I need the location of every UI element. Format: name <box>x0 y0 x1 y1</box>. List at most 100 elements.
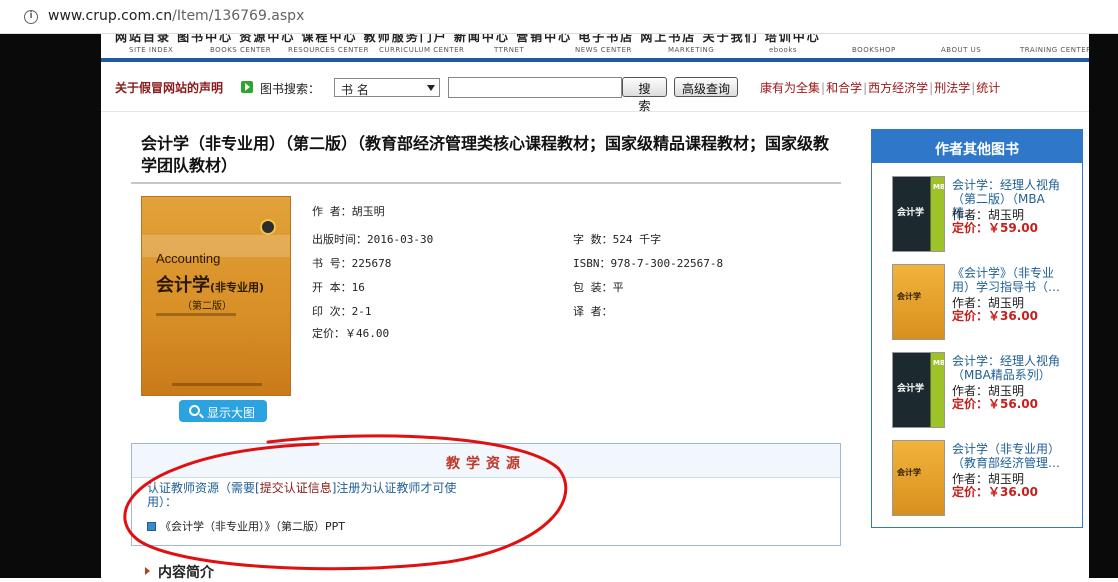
nav-item-bookshop[interactable]: BOOKSHOP <box>852 46 896 54</box>
left-margin <box>0 34 101 578</box>
related-book-price: 定价：￥59.00 <box>952 219 1038 236</box>
meta-isbn: ISBN：978-7-300-22567-8 <box>573 255 723 271</box>
related-book-cover[interactable]: 会计学 <box>892 264 945 340</box>
url-text[interactable]: www.crup.com.cn/Item/136769.aspx <box>48 8 304 24</box>
cover-title: 会计学 <box>897 468 921 477</box>
meta-binding: 包 装：平 <box>573 279 624 295</box>
price-label: 定价： <box>952 485 989 499</box>
meta-label: 包 装： <box>573 281 613 294</box>
related-book-cover[interactable]: MBA 会计学 <box>892 352 945 428</box>
nav-item-training-center[interactable]: TRAINING CENTER <box>1020 46 1089 54</box>
quick-link[interactable]: 刑法学 <box>934 81 970 95</box>
related-book-price: 定价：￥36.00 <box>952 483 1038 500</box>
nav-item-ttrnet[interactable]: TTRNET <box>494 46 524 54</box>
cover-english-title: Accounting <box>156 251 221 266</box>
nav-item-resources-center[interactable]: RESOURCES CENTER <box>288 46 369 54</box>
nav-item-books-center[interactable]: BOOKS CENTER <box>210 46 271 54</box>
book-search-label: 图书搜索： <box>260 82 321 96</box>
author-other-books-heading: 作者其他图书 <box>872 130 1082 163</box>
separator: | <box>863 81 868 95</box>
search-bar: 关于假冒网站的声明 图书搜索： 书 名 搜 索 高级查询 康有为全集|和合学|西… <box>101 62 1089 113</box>
book-title: 会计学（非专业用）（第二版）（教育部经济管理类核心课程教材；国家级精品课程教材；… <box>141 134 830 175</box>
price-value: ￥36.00 <box>988 309 1038 323</box>
cover-cn-main: 会计学 <box>156 275 210 296</box>
related-book-cover[interactable]: 会计学 <box>892 440 945 516</box>
nav-item-news-center[interactable]: NEWS CENTER <box>575 46 632 54</box>
cover-badge-icon <box>260 219 276 235</box>
related-book-title[interactable]: 会计学：经理人视角（MBA精品系列） <box>952 354 1064 382</box>
nav-item-site-index[interactable]: SITE INDEX <box>129 46 173 54</box>
price-value: ￥36.00 <box>988 485 1038 499</box>
search-field-value: 书 名 <box>341 83 369 97</box>
meta-label: 出版时间： <box>312 233 367 246</box>
show-large-image-label: 显示大图 <box>207 406 256 420</box>
related-book-price: 定价：￥36.00 <box>952 307 1038 324</box>
quick-link[interactable]: 和合学 <box>826 81 862 95</box>
cover-mba-label: MBA <box>933 183 945 191</box>
meta-label: 定价： <box>312 327 345 340</box>
right-margin <box>1089 34 1118 578</box>
meta-format: 开 本：16 <box>312 279 365 295</box>
book-cover-image[interactable]: Accounting 会计学(非专业用) （第二版） <box>141 196 291 396</box>
cover-mba-label: MBA <box>933 359 945 367</box>
quick-link[interactable]: 康有为全集 <box>760 81 820 95</box>
meta-price: 定价：￥46.00 <box>312 325 389 341</box>
meta-label: 开 本： <box>312 281 352 294</box>
search-field-select[interactable]: 书 名 <box>334 78 440 97</box>
nav-cut-text: 网站目录 图书中心 资源中心 课程中心 教师服务门户 新闻中心 营销中心 电子书… <box>115 34 821 44</box>
play-icon <box>241 81 253 93</box>
meta-value: 16 <box>351 281 365 294</box>
nav-item-marketing[interactable]: MARKETING <box>668 46 714 54</box>
meta-bookno: 书 号：225678 <box>312 255 391 271</box>
meta-label: 译 者： <box>573 305 613 318</box>
magnifier-icon <box>189 405 200 416</box>
nav-item-curriculum-center[interactable]: CURRICULUM CENTER <box>379 46 464 54</box>
nav-item-ebooks[interactable]: ebooks <box>769 46 797 54</box>
meta-label: 书 号： <box>312 257 352 270</box>
info-icon[interactable]: i <box>24 10 38 24</box>
meta-value: 胡玉明 <box>351 205 385 218</box>
separator: | <box>971 81 976 95</box>
red-ellipse-annotation <box>123 434 568 571</box>
show-large-image-button[interactable]: 显示大图 <box>179 400 267 422</box>
related-book-title[interactable]: 《会计学》（非专业用）学习指导书（… <box>952 266 1064 294</box>
content-intro-label: 内容简介 <box>158 565 214 581</box>
meta-author: 作 者：胡玉明 <box>312 203 385 219</box>
meta-translator: 译 者： <box>573 303 613 319</box>
annotation-stroke <box>123 434 568 571</box>
price-label: 定价： <box>952 397 989 411</box>
quick-link[interactable]: 统计 <box>976 81 1000 95</box>
search-button[interactable]: 搜 索 <box>622 77 667 113</box>
meta-print: 印 次：2-1 <box>312 303 372 319</box>
quick-link[interactable]: 西方经济学 <box>868 81 928 95</box>
related-book-title[interactable]: 会计学（非专业用）（教育部经济管理… <box>952 442 1064 470</box>
cover-title: 会计学 <box>897 384 925 394</box>
price-value: ￥59.00 <box>988 221 1038 235</box>
address-bar[interactable]: i www.crup.com.cn/Item/136769.aspx <box>0 0 1118 34</box>
advanced-search-button[interactable]: 高级查询 <box>674 77 738 97</box>
cover-chinese-title: 会计学(非专业用) <box>156 271 264 297</box>
meta-value: 524 千字 <box>612 233 662 246</box>
content-intro-heading[interactable]: 内容简介 <box>145 562 214 582</box>
cover-author-line <box>156 313 236 316</box>
price-value: ￥56.00 <box>988 397 1038 411</box>
price-label: 定价： <box>952 221 989 235</box>
related-book-cover[interactable]: MBA 会计学 <box>892 176 945 252</box>
meta-label: 印 次： <box>312 305 352 318</box>
separator: | <box>821 81 826 95</box>
meta-value: ￥46.00 <box>345 327 390 340</box>
url-path: /Item/136769.aspx <box>172 8 305 24</box>
price-label: 定价： <box>952 309 989 323</box>
cover-publisher-line <box>172 383 262 386</box>
cover-edition: （第二版） <box>182 301 232 312</box>
fake-site-declaration-link[interactable]: 关于假冒网站的声明 <box>115 79 223 96</box>
meta-value: 978-7-300-22567-8 <box>610 257 724 270</box>
nav-item-about-us[interactable]: ABOUT US <box>941 46 981 54</box>
related-book-price: 定价：￥56.00 <box>952 395 1038 412</box>
search-input[interactable] <box>448 77 622 98</box>
cover-title: 会计学 <box>897 208 925 218</box>
meta-label: ISBN： <box>573 257 611 270</box>
meta-value: 2-1 <box>351 305 372 318</box>
quick-links: 康有为全集|和合学|西方经济学|刑法学|统计 <box>760 79 1000 96</box>
meta-pubdate: 出版时间：2016-03-30 <box>312 231 433 247</box>
